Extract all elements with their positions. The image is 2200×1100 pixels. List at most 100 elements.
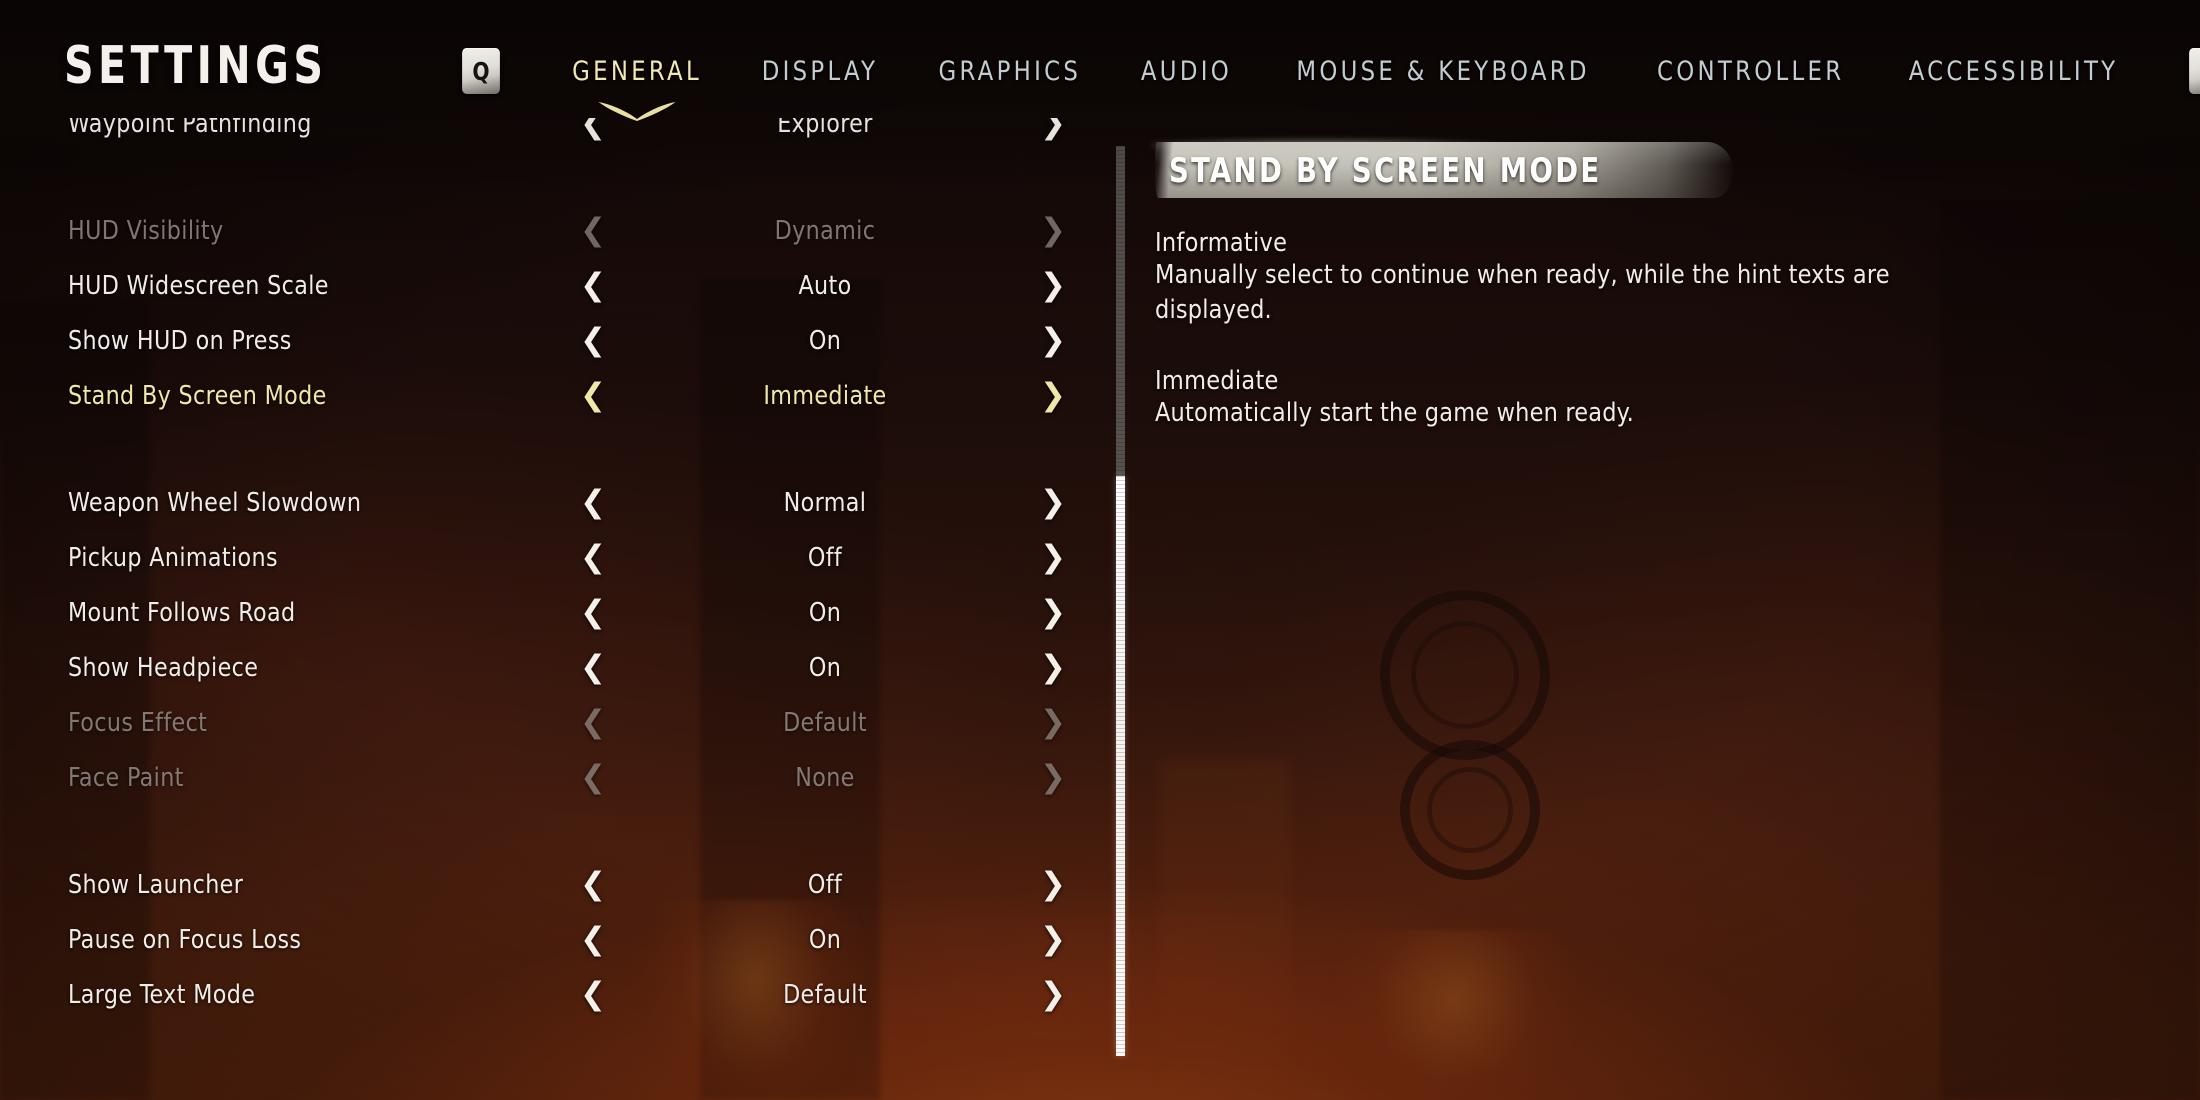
header-bar: SETTINGS Q GENERAL DISPLAY GRAPHICS AUDI bbox=[0, 0, 2200, 121]
tab-mouse-keyboard-label: MOUSE & KEYBOARD bbox=[1296, 55, 1590, 87]
decrement-arrow-icon[interactable]: ❮ bbox=[580, 979, 606, 1010]
tab-controller[interactable]: CONTROLLER bbox=[1632, 56, 1868, 87]
setting-detail-panel: STAND BY SCREEN MODE Informative Manuall… bbox=[1151, 118, 2155, 431]
setting-row-label: Face Paint bbox=[68, 762, 184, 793]
tab-accessibility-label: ACCESSIBILITY bbox=[1908, 55, 2119, 87]
decrement-arrow-icon[interactable]: ❮ bbox=[580, 487, 606, 518]
tab-list: GENERAL DISPLAY GRAPHICS AUDIO MOUSE & K… bbox=[542, 55, 2151, 121]
setting-row-label: HUD Visibility bbox=[68, 215, 224, 246]
setting-row[interactable]: Show HUD on Press ❮ On ❯ bbox=[0, 313, 1090, 368]
decrement-arrow-icon[interactable]: ❮ bbox=[580, 652, 606, 683]
decrement-arrow-icon[interactable]: ❮ bbox=[580, 924, 606, 955]
decrement-arrow-icon[interactable]: ❮ bbox=[580, 869, 606, 900]
setting-row-value: Off bbox=[807, 869, 843, 900]
detail-title: STAND BY SCREEN MODE bbox=[1169, 151, 1602, 191]
detail-option-name: Informative bbox=[1155, 228, 1288, 258]
setting-row[interactable]: Waypoint Pathfinding ❮ Explorer ❯ bbox=[0, 118, 1090, 151]
increment-arrow-icon[interactable]: ❯ bbox=[1040, 597, 1066, 628]
decrement-arrow-icon[interactable]: ❮ bbox=[580, 597, 606, 628]
increment-arrow-icon[interactable]: ❯ bbox=[1040, 924, 1066, 955]
setting-row-label: HUD Widescreen Scale bbox=[68, 270, 329, 301]
setting-row-value: Auto bbox=[798, 270, 852, 301]
setting-row-value: On bbox=[808, 924, 842, 955]
setting-row[interactable]: Show Headpiece ❮ On ❯ bbox=[0, 640, 1090, 695]
setting-row-label: Waypoint Pathfinding bbox=[68, 118, 312, 139]
decrement-arrow-icon[interactable]: ❮ bbox=[580, 762, 606, 793]
setting-row[interactable]: HUD Widescreen Scale ❮ Auto ❯ bbox=[0, 258, 1090, 313]
setting-row-label: Show Headpiece bbox=[68, 652, 259, 683]
increment-arrow-icon[interactable]: ❯ bbox=[1040, 118, 1066, 139]
setting-row-value: On bbox=[808, 652, 842, 683]
detail-block: Immediate Automatically start the game w… bbox=[1155, 366, 2015, 431]
decrement-arrow-icon[interactable]: ❮ bbox=[580, 380, 606, 411]
decrement-arrow-icon[interactable]: ❮ bbox=[580, 270, 606, 301]
tab-graphics-label: GRAPHICS bbox=[938, 55, 1082, 87]
setting-row-label: Stand By Screen Mode bbox=[68, 380, 327, 411]
setting-row-label: Mount Follows Road bbox=[68, 597, 296, 628]
settings-main: Waypoint Pathfinding ❮ Explorer ❯ HUD Visibi… bbox=[0, 118, 2200, 1100]
decrement-arrow-icon[interactable]: ❮ bbox=[580, 542, 606, 573]
setting-row-label: Pickup Animations bbox=[68, 542, 278, 573]
setting-row-label: Pause on Focus Loss bbox=[68, 924, 302, 955]
decrement-arrow-icon[interactable]: ❮ bbox=[580, 325, 606, 356]
setting-row[interactable]: Focus Effect ❮ Default ❯ bbox=[0, 695, 1090, 750]
tab-mouse-keyboard[interactable]: MOUSE & KEYBOARD bbox=[1272, 56, 1614, 87]
setting-row[interactable]: Pickup Animations ❮ Off ❯ bbox=[0, 530, 1090, 585]
tab-audio[interactable]: AUDIO bbox=[1116, 56, 1256, 87]
increment-arrow-icon[interactable]: ❯ bbox=[1040, 707, 1066, 738]
setting-row[interactable]: Weapon Wheel Slowdown ❮ Normal ❯ bbox=[0, 475, 1090, 530]
settings-scrollbar[interactable] bbox=[1116, 146, 1125, 1056]
setting-row-value: Off bbox=[807, 542, 843, 573]
detail-option-description: Automatically start the game when ready. bbox=[1155, 397, 1634, 428]
setting-row-value: Normal bbox=[783, 487, 867, 518]
increment-arrow-icon[interactable]: ❯ bbox=[1040, 270, 1066, 301]
setting-row-value: Dynamic bbox=[774, 215, 876, 246]
setting-row[interactable]: Face Paint ❮ None ❯ bbox=[0, 750, 1090, 805]
setting-row-label: Large Text Mode bbox=[68, 979, 256, 1010]
tab-general[interactable]: GENERAL bbox=[548, 55, 727, 121]
increment-arrow-icon[interactable]: ❯ bbox=[1040, 979, 1066, 1010]
setting-row-value: Default bbox=[783, 707, 867, 738]
setting-row-value: Immediate bbox=[763, 380, 887, 411]
setting-row-label: Weapon Wheel Slowdown bbox=[68, 487, 362, 518]
setting-row[interactable]: HUD Visibility ❮ Dynamic ❯ bbox=[0, 203, 1090, 258]
tab-graphics[interactable]: GRAPHICS bbox=[914, 56, 1105, 87]
tab-display[interactable]: DISPLAY bbox=[737, 56, 902, 87]
setting-row-value: Explorer bbox=[777, 118, 873, 139]
tab-general-label: GENERAL bbox=[572, 55, 702, 87]
setting-row[interactable]: Show Launcher ❮ Off ❯ bbox=[0, 857, 1090, 912]
next-tab-key-badge[interactable]: E bbox=[2189, 48, 2200, 94]
setting-row[interactable]: Mount Follows Road ❮ On ❯ bbox=[0, 585, 1090, 640]
increment-arrow-icon[interactable]: ❯ bbox=[1040, 762, 1066, 793]
settings-option-list[interactable]: Waypoint Pathfinding ❮ Explorer ❯ HUD Visibi… bbox=[0, 118, 1090, 1100]
decrement-arrow-icon[interactable]: ❮ bbox=[580, 707, 606, 738]
tab-navigation: Q GENERAL DISPLAY GRAPHICS AUDIO MOUSE &… bbox=[460, 48, 2200, 121]
setting-row-value: Default bbox=[783, 979, 867, 1010]
tab-accessibility[interactable]: ACCESSIBILITY bbox=[1884, 56, 2143, 87]
setting-row-label: Show Launcher bbox=[68, 869, 244, 900]
setting-row-value: None bbox=[795, 762, 855, 793]
prev-tab-key-badge[interactable]: Q bbox=[462, 48, 500, 94]
detail-title-banner: STAND BY SCREEN MODE bbox=[1151, 138, 1735, 202]
scrollbar-thumb-texture bbox=[1116, 476, 1125, 1056]
setting-row[interactable]: Pause on Focus Loss ❮ On ❯ bbox=[0, 912, 1090, 967]
increment-arrow-icon[interactable]: ❯ bbox=[1040, 869, 1066, 900]
increment-arrow-icon[interactable]: ❯ bbox=[1040, 652, 1066, 683]
tab-audio-label: AUDIO bbox=[1140, 55, 1232, 87]
banner-edge-highlight bbox=[1151, 138, 1711, 150]
setting-row[interactable]: Stand By Screen Mode ❮ Immediate ❯ bbox=[0, 368, 1090, 423]
increment-arrow-icon[interactable]: ❯ bbox=[1040, 487, 1066, 518]
page-title: SETTINGS bbox=[64, 36, 328, 96]
scrollbar-thumb[interactable] bbox=[1116, 476, 1125, 1056]
increment-arrow-icon[interactable]: ❯ bbox=[1040, 380, 1066, 411]
setting-row-value: On bbox=[808, 325, 842, 356]
setting-row[interactable]: Large Text Mode ❮ Default ❯ bbox=[0, 967, 1090, 1022]
increment-arrow-icon[interactable]: ❯ bbox=[1040, 215, 1066, 246]
setting-row-label: Show HUD on Press bbox=[68, 325, 292, 356]
decrement-arrow-icon[interactable]: ❮ bbox=[580, 215, 606, 246]
increment-arrow-icon[interactable]: ❯ bbox=[1040, 542, 1066, 573]
prev-tab-key-label: Q bbox=[472, 56, 490, 86]
increment-arrow-icon[interactable]: ❯ bbox=[1040, 325, 1066, 356]
tab-display-label: DISPLAY bbox=[761, 55, 879, 87]
detail-option-name: Immediate bbox=[1155, 365, 1279, 396]
